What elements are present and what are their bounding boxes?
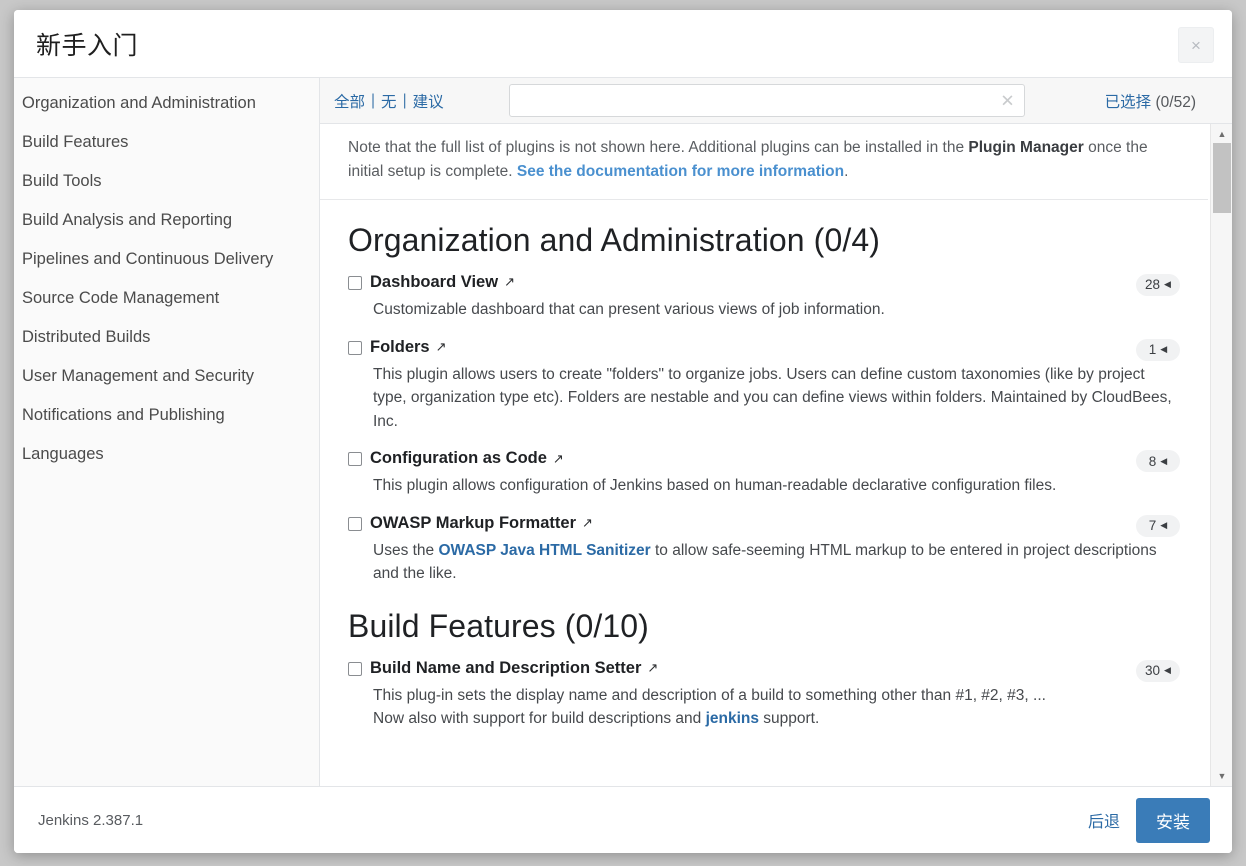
triangle-left-icon: ◀ [1160, 520, 1168, 531]
plugin-panel: 全部 | 无 | 建议 ✕ 已选择 (0/52) Note that the f… [320, 78, 1232, 786]
sidebar-item-organization-and-administration[interactable]: Organization and Administration [14, 84, 319, 123]
owasp-sanitizer-link[interactable]: OWASP Java HTML Sanitizer [438, 542, 650, 559]
documentation-link[interactable]: See the documentation for more informati… [517, 163, 844, 180]
dialog-footer: Jenkins 2.387.1 后退 安装 CSDN @GottdesKrieg… [14, 787, 1232, 853]
sidebar-item-user-management-and-security[interactable]: User Management and Security [14, 357, 319, 396]
plugin-name[interactable]: Build Name and Description Setter [370, 659, 641, 678]
search-container: ✕ [508, 84, 1025, 117]
plugin-item: Configuration as Code ↗ 8 ◀ This plugin … [348, 449, 1180, 498]
plugin-version-badge[interactable]: 7 ◀ [1136, 514, 1180, 537]
plugin-version-badge[interactable]: 28 ◀ [1136, 273, 1180, 296]
plugin-checkbox-configuration-as-code[interactable] [348, 452, 362, 467]
plugin-checkbox-build-name-and-description-setter[interactable] [348, 661, 362, 676]
filter-separator-1: | [371, 91, 376, 109]
plugin-header: Build Name and Description Setter ↗ [348, 659, 1180, 678]
selected-summary: 已选择 (0/52) [1105, 90, 1218, 112]
plugin-version-badge[interactable]: 8 ◀ [1136, 450, 1180, 473]
plugin-name[interactable]: Configuration as Code [370, 449, 547, 468]
clear-search-icon[interactable]: ✕ [1000, 92, 1014, 109]
plugin-header: Folders ↗ [348, 338, 1180, 357]
badge-count: 28 [1145, 277, 1161, 293]
jenkins-version: Jenkins 2.387.1 [38, 811, 144, 829]
triangle-left-icon: ◀ [1160, 344, 1168, 355]
external-link-icon[interactable]: ↗ [436, 339, 447, 355]
dialog-body: Organization and Administration Build Fe… [14, 78, 1232, 787]
triangle-left-icon: ◀ [1164, 665, 1171, 676]
desc-line-2-pre: Now also with support for build descript… [373, 710, 706, 728]
selected-count: (0/52) [1155, 93, 1197, 111]
badge-count: 8 [1148, 453, 1157, 469]
sidebar-item-build-features[interactable]: Build Features [14, 123, 319, 162]
external-link-icon[interactable]: ↗ [553, 451, 564, 467]
close-icon[interactable]: × [1178, 27, 1214, 63]
desc-line-1: This plug-in sets the display name and d… [373, 686, 1046, 704]
plugin-description: This plugin allows configuration of Jenk… [373, 477, 1057, 495]
scroll-down-icon[interactable]: ▼ [1211, 766, 1232, 786]
category-sidebar: Organization and Administration Build Fe… [14, 78, 320, 786]
plugin-item: Folders ↗ 1 ◀ This plugin allows users t… [348, 338, 1180, 434]
triangle-left-icon: ◀ [1164, 279, 1171, 290]
plugin-header: Dashboard View ↗ [348, 273, 1180, 292]
filter-toolbar: 全部 | 无 | 建议 ✕ 已选择 (0/52) [320, 78, 1232, 124]
plugin-notice: Note that the full list of plugins is no… [320, 124, 1208, 200]
plugin-name[interactable]: Folders [370, 338, 430, 357]
sidebar-item-notifications-and-publishing[interactable]: Notifications and Publishing [14, 396, 319, 435]
scrollbar-thumb[interactable] [1213, 143, 1231, 213]
plugin-description: This plug-in sets the display name and d… [373, 684, 1173, 731]
sidebar-item-build-analysis-and-reporting[interactable]: Build Analysis and Reporting [14, 201, 319, 240]
plugin-name[interactable]: Dashboard View [370, 273, 498, 292]
notice-bold: Plugin Manager [968, 139, 1084, 156]
desc-line-2-post: support. [758, 710, 820, 728]
filter-links: 全部 | 无 | 建议 [334, 90, 444, 112]
external-link-icon[interactable]: ↗ [647, 660, 658, 676]
plugin-item: OWASP Markup Formatter ↗ 7 ◀ Uses the OW… [348, 514, 1180, 586]
section-heading-organization: Organization and Administration (0/4) [348, 221, 880, 258]
sidebar-item-distributed-builds[interactable]: Distributed Builds [14, 318, 319, 357]
jenkins-link[interactable]: jenkins [706, 710, 759, 727]
plugin-scroll-area: Note that the full list of plugins is no… [320, 124, 1232, 786]
filter-separator-2: | [402, 91, 407, 109]
section-heading-build-features: Build Features (0/10) [348, 607, 649, 644]
plugin-version-badge[interactable]: 30 ◀ [1136, 659, 1180, 682]
selected-link[interactable]: 已选择 [1105, 94, 1152, 111]
plugin-description: This plugin allows users to create "fold… [373, 365, 1172, 430]
plugin-item: Build Name and Description Setter ↗ 30 ◀… [348, 659, 1180, 731]
notice-text-3: . [844, 163, 849, 181]
search-input[interactable] [508, 84, 1025, 117]
plugin-checkbox-owasp-markup-formatter[interactable] [348, 516, 362, 531]
plugin-version-badge[interactable]: 1 ◀ [1136, 338, 1180, 361]
badge-count: 7 [1148, 518, 1157, 534]
setup-wizard-dialog: 新手入门 × Organization and Administration B… [14, 10, 1232, 853]
sidebar-item-build-tools[interactable]: Build Tools [14, 162, 319, 201]
scroll-up-icon[interactable]: ▲ [1211, 124, 1232, 144]
external-link-icon[interactable]: ↗ [582, 515, 593, 531]
install-button[interactable]: 安装 [1136, 797, 1210, 843]
badge-count: 1 [1148, 342, 1157, 358]
notice-text-1: Note that the full list of plugins is no… [348, 139, 969, 156]
vertical-scrollbar[interactable]: ▲ ▼ [1210, 124, 1232, 786]
dialog-title: 新手入门 [36, 31, 139, 60]
plugin-description: Uses the OWASP Java HTML Sanitizer to al… [373, 539, 1173, 586]
plugin-checkbox-folders[interactable] [348, 340, 362, 355]
desc-text-pre: Uses the [373, 541, 439, 559]
external-link-icon[interactable]: ↗ [504, 274, 515, 290]
filter-all-link[interactable]: 全部 [334, 90, 365, 112]
triangle-left-icon: ◀ [1160, 455, 1168, 466]
footer-actions: 后退 安装 [1088, 797, 1210, 843]
dialog-titlebar: 新手入门 × [14, 10, 1232, 78]
plugin-item: Dashboard View ↗ 28 ◀ Customizable dashb… [348, 273, 1180, 322]
plugin-name[interactable]: OWASP Markup Formatter [370, 514, 576, 533]
back-button[interactable]: 后退 [1088, 808, 1120, 832]
sidebar-item-source-code-management[interactable]: Source Code Management [14, 279, 319, 318]
plugin-description: Customizable dashboard that can present … [373, 300, 885, 318]
filter-suggested-link[interactable]: 建议 [413, 90, 444, 112]
plugin-checkbox-dashboard-view[interactable] [348, 275, 362, 290]
badge-count: 30 [1145, 663, 1161, 679]
plugin-header: Configuration as Code ↗ [348, 449, 1180, 468]
sidebar-item-languages[interactable]: Languages [14, 435, 319, 474]
filter-none-link[interactable]: 无 [381, 90, 397, 112]
plugin-header: OWASP Markup Formatter ↗ [348, 514, 1180, 533]
sidebar-item-pipelines-and-continuous-delivery[interactable]: Pipelines and Continuous Delivery [14, 240, 319, 279]
plugin-list: Organization and Administration (0/4) Da… [320, 222, 1208, 731]
